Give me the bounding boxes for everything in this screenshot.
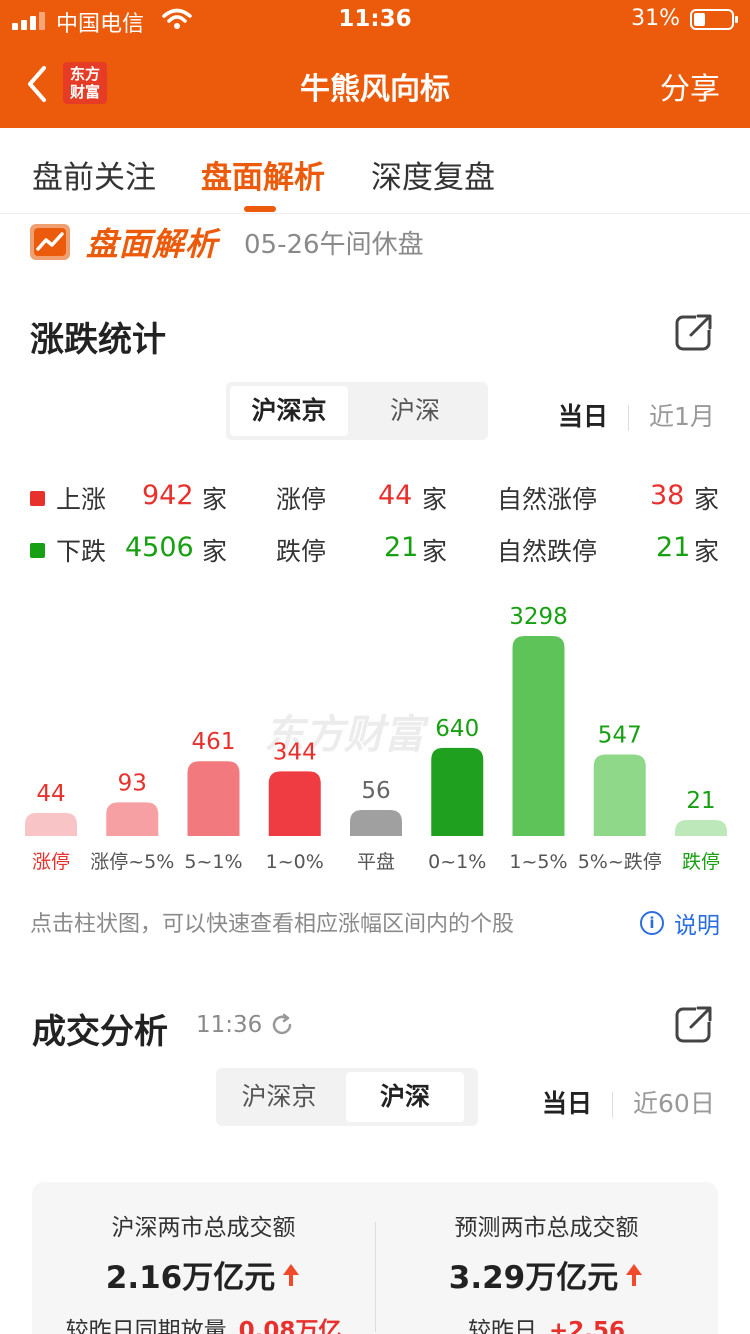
bar-0[interactable] xyxy=(25,812,77,836)
external-link-icon[interactable] xyxy=(674,312,714,352)
section-banner: 盘面解析 05-26午间休盘 xyxy=(30,222,424,263)
volume-period-switch: 当日 近60日 xyxy=(542,1084,715,1120)
bar-7[interactable] xyxy=(593,754,646,836)
market-segment-control: 沪深京 沪深 xyxy=(226,382,488,440)
page-title: 牛熊风向标 xyxy=(300,72,450,107)
bar-5[interactable] xyxy=(431,747,484,836)
bar-category-label: 5~1% xyxy=(184,851,242,873)
bar-category-label: 跌停 xyxy=(682,851,720,873)
actual-volume: 沪深两市总成交额 2.16万亿元 较昨日同期放量 0.08万亿 xyxy=(65,1215,342,1334)
refresh-icon[interactable] xyxy=(270,1013,294,1037)
period-month[interactable]: 近1月 xyxy=(649,402,715,431)
predicted-volume: 预测两市总成交额 3.29万亿元 较昨日 +2.56 xyxy=(375,1182,718,1334)
bar-3[interactable] xyxy=(268,771,321,836)
trend-chart-icon xyxy=(30,224,70,260)
period-today[interactable]: 当日 xyxy=(542,1089,592,1118)
rise-fall-title: 涨跌统计 xyxy=(30,320,166,360)
tab-market-analysis[interactable]: 盘面解析 xyxy=(201,152,325,197)
bar-2[interactable] xyxy=(187,761,240,836)
tab-deep-review[interactable]: 深度复盘 xyxy=(371,152,495,197)
bar-6[interactable] xyxy=(512,636,565,836)
volume-card[interactable]: 沪深两市总成交额 2.16万亿元 较昨日同期放量 0.08万亿 预测两市总成交额 … xyxy=(32,1182,718,1334)
bar-value-label: 344 xyxy=(273,739,317,765)
bar-category-label: 5%~跌停 xyxy=(578,851,662,873)
bar-1[interactable] xyxy=(106,802,159,836)
bar-value-label: 461 xyxy=(192,729,236,755)
banner-title: 盘面解析 xyxy=(86,225,219,263)
volume-title: 成交分析 xyxy=(32,1012,168,1052)
external-link-icon[interactable] xyxy=(674,1004,714,1044)
red-dot xyxy=(30,491,45,506)
segment-hsj[interactable]: 沪深京 xyxy=(230,386,348,436)
bar-value-label: 3298 xyxy=(509,604,568,630)
bar-value-label: 21 xyxy=(686,788,715,814)
bar-value-label: 56 xyxy=(361,778,390,804)
active-tab-indicator xyxy=(244,206,276,212)
bar-8[interactable] xyxy=(675,820,727,836)
bar-value-label: 44 xyxy=(36,781,65,807)
bar-category-label: 1~0% xyxy=(266,851,324,873)
share-button[interactable]: 分享 xyxy=(660,64,720,108)
banner-subtitle: 05-26午间休盘 xyxy=(244,229,424,260)
bar-category-label: 涨停 xyxy=(32,851,70,873)
period-60d[interactable]: 近60日 xyxy=(633,1089,715,1118)
bar-category-label: 0~1% xyxy=(428,851,486,873)
segment-hs[interactable]: 沪深 xyxy=(346,1072,464,1122)
bar-value-label: 640 xyxy=(435,716,479,742)
status-bar: 中国电信 11:36 31% xyxy=(0,0,750,40)
bar-value-label: 93 xyxy=(118,770,147,796)
app-header: 中国电信 11:36 31% 东方 财富 牛熊风向标 分享 xyxy=(0,0,750,128)
bar-category-label: 涨停~5% xyxy=(90,851,174,873)
fall-row: 下跌 4506 家 跌停 21 家 自然跌停 21 家 xyxy=(30,532,730,572)
bar-value-label: 547 xyxy=(598,723,642,749)
info-icon: i xyxy=(640,911,664,935)
bar-4[interactable] xyxy=(350,809,402,836)
explain-link[interactable]: i 说明 xyxy=(640,906,720,940)
tab-bar: 盘前关注 盘面解析 深度复盘 xyxy=(0,128,750,214)
battery-percent: 31% xyxy=(631,6,680,31)
chart-hint: 点击柱状图，可以快速查看相应涨幅区间内的个股 xyxy=(30,912,515,937)
rise-row: 上涨 942 家 涨停 44 家 自然涨停 38 家 xyxy=(30,480,730,520)
up-arrow-icon xyxy=(626,1263,643,1286)
volume-time: 11:36 xyxy=(196,1012,294,1038)
period-today[interactable]: 当日 xyxy=(558,402,608,431)
period-switch: 当日 近1月 xyxy=(558,397,715,433)
bar-category-label: 平盘 xyxy=(357,851,395,873)
up-arrow-icon xyxy=(283,1263,300,1286)
volume-segment-control: 沪深京 沪深 xyxy=(216,1068,478,1126)
green-dot xyxy=(30,543,45,558)
tab-premarket[interactable]: 盘前关注 xyxy=(32,152,156,197)
segment-hs[interactable]: 沪深 xyxy=(356,386,474,436)
distribution-bar-chart: 44 涨停 93 涨停~5% 461 5~1% 344 1~0% 56 平盘 640 0~1% 3298… xyxy=(25,604,727,873)
segment-hsj[interactable]: 沪深京 xyxy=(220,1072,338,1122)
battery-icon xyxy=(690,9,738,30)
bar-category-label: 1~5% xyxy=(509,851,567,873)
